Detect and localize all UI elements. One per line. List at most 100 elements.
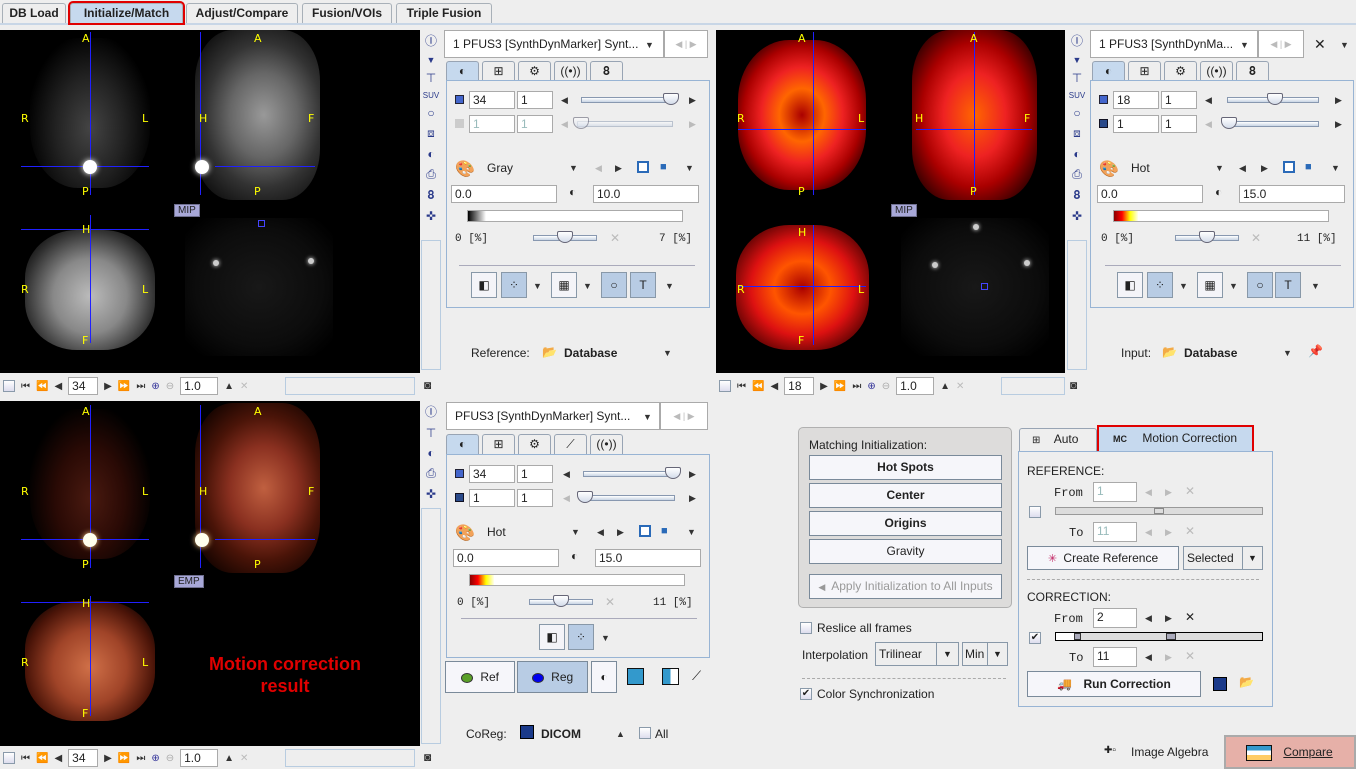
result-series-selector[interactable]: PFUS3 [SynthDynMarker] Synt...	[446, 402, 660, 430]
series-nav[interactable]: ◀ | ▶	[660, 402, 708, 430]
next-colormap-icon[interactable]: ▶	[617, 527, 624, 538]
next-colormap-icon[interactable]: ▶	[1261, 163, 1268, 174]
slice-slider-thumb[interactable]	[665, 467, 681, 479]
layout-icon[interactable]: ⊤	[426, 426, 436, 440]
prev-icon[interactable]: ◀	[1145, 613, 1152, 624]
min-value-field[interactable]: 0.0	[1097, 185, 1203, 203]
tab-signal[interactable]: ((•))	[554, 61, 587, 81]
chevron-up-icon[interactable]: ▲	[616, 729, 625, 739]
zoom-out-icon[interactable]: ⊖	[882, 381, 890, 392]
split-view-icon[interactable]	[662, 668, 679, 685]
reference-range-slider[interactable]	[1055, 507, 1263, 515]
chevron-down-icon[interactable]: ▼	[583, 281, 592, 291]
tab-layout[interactable]: ⊞	[482, 61, 515, 81]
prev-slice-icon[interactable]: ◀	[54, 381, 62, 392]
prev-slice-icon[interactable]: ◀	[54, 753, 62, 764]
3d-icon[interactable]: ■	[660, 161, 667, 173]
input-series-selector[interactable]: 1 PFUS3 [SynthDynMa...	[1090, 30, 1258, 58]
zoom-input[interactable]: 1.0	[180, 377, 219, 395]
invert-icon[interactable]	[639, 525, 651, 537]
next-slice-icon[interactable]: ▶	[104, 381, 112, 392]
suv-icon[interactable]: SUV	[423, 91, 439, 100]
max-value-field[interactable]: 15.0	[1239, 185, 1345, 203]
ref-mip-image[interactable]	[185, 218, 333, 356]
chevron-down-icon[interactable]: ▼	[1179, 281, 1188, 291]
vertical-scrollbar[interactable]	[1067, 240, 1087, 370]
frame-next-icon[interactable]: ▶	[689, 493, 696, 504]
chevron-down-icon[interactable]: ▼	[601, 633, 610, 643]
slice-field[interactable]: 34	[469, 91, 515, 109]
slice-step-field[interactable]: 1	[517, 465, 553, 483]
crosshair-icon[interactable]: ✜	[1072, 209, 1082, 223]
contrast-icon[interactable]: ◐	[427, 147, 434, 161]
ref-to-field[interactable]: 11	[1093, 522, 1137, 542]
zoom-in-icon[interactable]: ⊕	[151, 753, 159, 764]
clear-icon[interactable]: ✕	[1185, 610, 1195, 624]
camera-icon[interactable]: ◙	[1070, 378, 1077, 392]
fast-back-icon[interactable]: ⏪	[36, 753, 48, 764]
zoom-out-icon[interactable]: ⊖	[166, 381, 174, 392]
image-algebra-button[interactable]: Image Algebra	[1131, 745, 1208, 759]
fusion-toggle-button[interactable]: ◐	[591, 661, 617, 693]
interpolation-select[interactable]: Trilinear ▼	[875, 642, 959, 666]
tab-layout[interactable]: ⊞	[482, 434, 515, 454]
last-slice-icon[interactable]: ⏭	[136, 381, 145, 392]
tab-contrast[interactable]: ◐	[446, 434, 479, 454]
outline-button[interactable]: ○	[601, 272, 627, 298]
next-colormap-icon[interactable]: ▶	[615, 163, 622, 174]
next-icon[interactable]: ▶	[1165, 652, 1172, 663]
prev-icon[interactable]: ◀	[1145, 527, 1152, 538]
tab-contrast[interactable]: ◐	[1092, 61, 1125, 81]
first-slice-icon[interactable]: ⏮	[737, 381, 746, 392]
colormap-selector[interactable]: Gray	[487, 161, 513, 175]
chevron-down-icon[interactable]: ▼	[533, 281, 542, 291]
frame-slider[interactable]	[1225, 121, 1319, 127]
3d-icon[interactable]: ■	[661, 525, 668, 537]
tab-curve[interactable]: ⟋	[554, 434, 587, 454]
colormap-selector[interactable]: Hot	[1131, 161, 1150, 175]
reference-range-checkbox[interactable]	[1029, 506, 1041, 518]
chevron-down-icon[interactable]: ▼	[645, 40, 654, 50]
horizontal-scrollbar[interactable]	[285, 377, 415, 395]
compare-button[interactable]: Compare	[1224, 735, 1356, 769]
save-icon[interactable]	[1213, 677, 1227, 691]
frame-slider-thumb[interactable]	[577, 491, 593, 503]
reset-icon[interactable]: ✕	[610, 231, 620, 245]
tab-initialize-match[interactable]: Initialize/Match	[68, 1, 185, 25]
last-slice-icon[interactable]: ⏭	[852, 381, 861, 392]
frame-step-field[interactable]: 1	[517, 115, 553, 133]
frame-slider[interactable]	[581, 495, 675, 501]
prev-colormap-icon[interactable]: ◀	[1239, 163, 1246, 174]
frame-field[interactable]: 1	[469, 115, 515, 133]
chevron-down-icon[interactable]: ▼	[1283, 348, 1292, 358]
tab-contrast[interactable]: ◐	[446, 61, 479, 81]
fast-back-icon[interactable]: ⏪	[36, 381, 48, 392]
frame-slider[interactable]	[577, 121, 673, 127]
slice-field[interactable]: 18	[1113, 91, 1159, 109]
sync-checkbox[interactable]	[3, 752, 15, 764]
chevron-down-icon[interactable]: ▼	[643, 412, 652, 422]
fit-icon[interactable]: ⧈	[427, 126, 435, 141]
invert-icon[interactable]	[1283, 161, 1295, 173]
corr-to-field[interactable]: 11	[1093, 647, 1137, 667]
prev-slice-icon[interactable]: ◀	[770, 381, 778, 392]
threshold-thumb[interactable]	[557, 231, 573, 243]
sync-checkbox[interactable]	[719, 380, 731, 392]
close-icon[interactable]: ✕	[1314, 36, 1326, 53]
next-icon[interactable]: ▶	[1165, 613, 1172, 624]
series-nav[interactable]: ◀ | ▶	[664, 30, 708, 58]
close-icon[interactable]: ✕	[240, 753, 248, 764]
colorbar[interactable]	[467, 210, 683, 222]
chevron-down-icon[interactable]: ▼	[571, 527, 580, 537]
chevron-down-icon[interactable]: ▼	[1240, 40, 1249, 50]
circle-icon[interactable]: ○	[1073, 106, 1080, 120]
chevron-down-icon[interactable]: ▼	[687, 527, 696, 537]
ref-sagittal-image[interactable]	[195, 30, 320, 200]
tab-motion-correction[interactable]: MC Motion Correction	[1097, 425, 1254, 454]
tab-adjust-compare[interactable]: Adjust/Compare	[186, 3, 298, 23]
correction-range-checkbox[interactable]: ✔	[1029, 632, 1041, 644]
prev-icon[interactable]: ◀	[1145, 487, 1152, 498]
chevron-down-icon[interactable]: ▼	[685, 163, 694, 173]
series-nav[interactable]: ◀ | ▶	[1258, 30, 1304, 58]
next-slice-icon[interactable]: ▶	[104, 753, 112, 764]
